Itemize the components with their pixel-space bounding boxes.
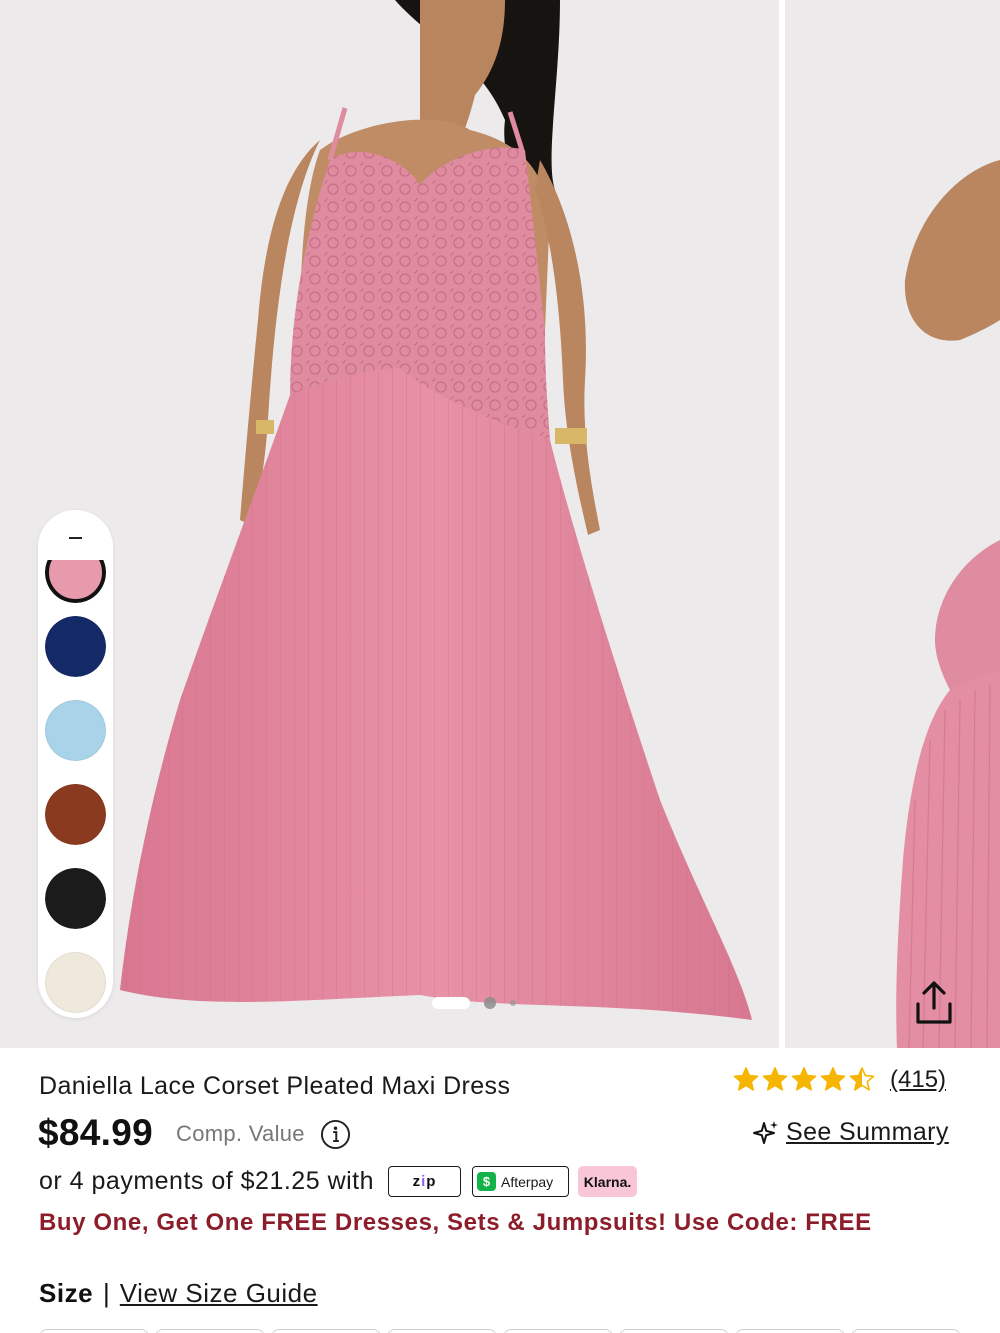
size-option[interactable] bbox=[387, 1329, 497, 1333]
size-option[interactable] bbox=[735, 1329, 845, 1333]
size-label: Size bbox=[39, 1278, 94, 1308]
share-button[interactable] bbox=[905, 975, 963, 1031]
rust-lace-swatch[interactable] bbox=[45, 784, 106, 845]
view-size-guide-link[interactable]: View Size Guide bbox=[120, 1278, 318, 1309]
pager-dot-active[interactable] bbox=[432, 997, 470, 1009]
light-blue-lace-swatch[interactable] bbox=[45, 700, 106, 761]
size-option[interactable] bbox=[619, 1329, 729, 1333]
pager-dot[interactable] bbox=[510, 1000, 516, 1006]
pager-dot[interactable] bbox=[484, 997, 496, 1009]
size-option[interactable] bbox=[503, 1329, 613, 1333]
size-header: Size | View Size Guide bbox=[39, 1278, 318, 1309]
zip-pay-badge[interactable]: zip bbox=[388, 1166, 462, 1197]
afterpay-badge[interactable]: $ Afterpay bbox=[472, 1166, 570, 1197]
share-icon bbox=[916, 981, 952, 1024]
sparkle-icon bbox=[753, 1120, 778, 1144]
navy-lace-swatch[interactable] bbox=[45, 616, 106, 677]
afterpay-label: Afterpay bbox=[501, 1173, 554, 1190]
product-info: Daniella Lace Corset Pleated Maxi Dress … bbox=[0, 1048, 1000, 1333]
size-option[interactable] bbox=[39, 1329, 149, 1333]
see-summary-button[interactable]: See Summary bbox=[752, 1118, 949, 1147]
star-icon bbox=[849, 1067, 875, 1091]
installments-text: or 4 payments of $21.25 with bbox=[39, 1167, 375, 1195]
star-icon bbox=[733, 1067, 759, 1091]
swatch-color bbox=[45, 868, 106, 929]
size-option[interactable] bbox=[851, 1329, 961, 1333]
info-icon[interactable] bbox=[320, 1119, 351, 1150]
klarna-badge[interactable]: Klarna. bbox=[578, 1166, 638, 1197]
see-summary-label: See Summary bbox=[786, 1118, 949, 1146]
installments-row: or 4 payments of $21.25 with zip $ After… bbox=[39, 1166, 638, 1197]
image-pager bbox=[432, 996, 516, 1010]
product-title: Daniella Lace Corset Pleated Maxi Dress bbox=[39, 1072, 511, 1100]
star-icon bbox=[791, 1067, 817, 1091]
rating-stars bbox=[732, 1066, 876, 1094]
review-count-link[interactable]: (415) bbox=[890, 1066, 946, 1094]
promo-banner: Buy One, Get One FREE Dresses, Sets & Ju… bbox=[39, 1209, 872, 1236]
model-in-pink-dress-photo bbox=[0, 0, 779, 1048]
swatch-color bbox=[45, 784, 106, 845]
collapse-swatches-button[interactable] bbox=[38, 524, 113, 552]
comp-value-label: Comp. Value bbox=[176, 1121, 305, 1146]
star-icon bbox=[762, 1067, 788, 1091]
black-lace-swatch[interactable] bbox=[45, 868, 106, 929]
dollar-icon: $ bbox=[477, 1172, 497, 1191]
color-swatch-rail bbox=[38, 510, 113, 1018]
swatch-color bbox=[45, 952, 106, 1013]
star-icon bbox=[820, 1067, 846, 1091]
product-image-next[interactable] bbox=[785, 0, 1000, 1048]
ivory-lace-swatch[interactable] bbox=[45, 952, 106, 1013]
product-rating[interactable]: (415) bbox=[732, 1066, 946, 1094]
size-option[interactable] bbox=[155, 1329, 265, 1333]
product-image-gallery[interactable] bbox=[0, 0, 1000, 1048]
swatch-color bbox=[45, 616, 106, 677]
model-side-view-photo bbox=[785, 0, 1000, 1048]
product-image-main[interactable] bbox=[0, 0, 779, 1048]
product-price: $84.99 bbox=[38, 1112, 153, 1153]
size-options bbox=[39, 1329, 999, 1333]
size-separator: | bbox=[103, 1278, 110, 1308]
minus-icon bbox=[69, 537, 82, 539]
size-option[interactable] bbox=[271, 1329, 381, 1333]
swatch-color bbox=[45, 700, 106, 761]
